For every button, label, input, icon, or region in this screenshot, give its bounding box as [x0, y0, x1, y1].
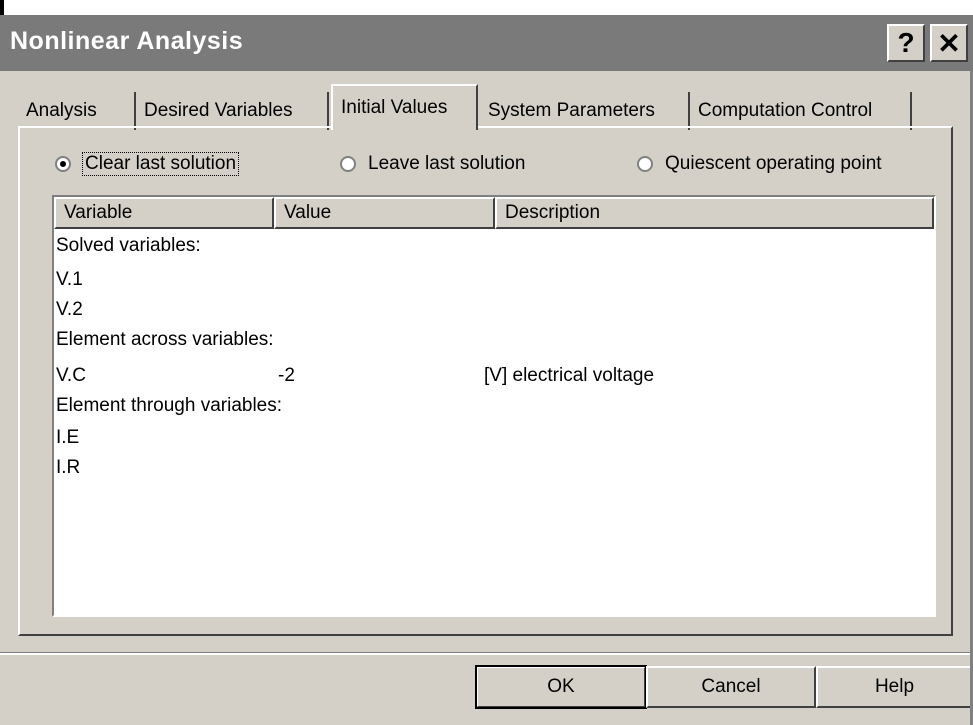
cancel-button[interactable]: Cancel — [646, 666, 816, 708]
tab-computation-control[interactable]: Computation Control — [690, 92, 912, 130]
variable-cell: V.C — [56, 365, 86, 386]
variable-cell: V.1 — [56, 269, 83, 290]
radio-clear-last-solution[interactable]: Clear last solution — [55, 150, 240, 178]
column-header-variable[interactable]: Variable — [54, 197, 274, 229]
variable-cell: V.2 — [56, 299, 83, 320]
tab-desired-variables[interactable]: Desired Variables — [136, 92, 329, 130]
radio-label: Leave last solution — [368, 153, 526, 174]
tab-label: Computation Control — [698, 100, 873, 121]
radio-dot — [60, 161, 66, 167]
edge-mark — [0, 0, 4, 15]
value-cell: -2 — [278, 365, 295, 386]
help-button[interactable]: Help — [816, 666, 973, 708]
variable-cell: Solved variables: — [56, 235, 201, 256]
radio-button-icon[interactable] — [55, 156, 71, 172]
tab-analysis[interactable]: Analysis — [18, 92, 136, 130]
close-button[interactable]: ✕ — [930, 24, 968, 62]
column-header-description[interactable]: Description — [495, 197, 934, 229]
tab-label: Desired Variables — [144, 100, 293, 121]
help-title-button[interactable]: ? — [887, 24, 925, 62]
variable-cell: I.E — [56, 427, 80, 448]
top-strip — [0, 0, 973, 15]
tab-label: Initial Values — [341, 97, 448, 118]
ok-button[interactable]: OK — [475, 665, 647, 709]
radio-label: Quiescent operating point — [665, 153, 882, 174]
description-cell: [V] electrical voltage — [484, 365, 655, 386]
radio-label: Clear last solution — [81, 152, 240, 176]
window-title: Nonlinear Analysis — [10, 27, 244, 55]
radio-button-icon[interactable] — [340, 156, 356, 172]
radio-leave-last-solution[interactable]: Leave last solution — [340, 150, 525, 178]
tab-initial-values[interactable]: Initial Values — [331, 84, 478, 130]
close-icon: ✕ — [937, 27, 961, 59]
title-bar[interactable]: Nonlinear Analysis ? ✕ — [0, 15, 973, 71]
divider — [0, 652, 973, 655]
tab-label: System Parameters — [488, 100, 655, 121]
variable-cell: I.R — [56, 457, 81, 478]
tab-system-parameters[interactable]: System Parameters — [480, 92, 690, 130]
variables-list[interactable]: Variable Value Description Solved variab… — [52, 195, 936, 617]
radio-quiescent-operating-point[interactable]: Quiescent operating point — [637, 150, 882, 178]
dialog-window: Nonlinear Analysis ? ✕ Analysis Desired … — [0, 0, 973, 725]
tab-label: Analysis — [26, 100, 97, 121]
question-icon: ? — [897, 27, 915, 58]
radio-button-icon[interactable] — [637, 156, 653, 172]
column-header-value[interactable]: Value — [274, 197, 495, 229]
variable-cell: Element through variables: — [56, 395, 283, 416]
list-header: Variable Value Description — [54, 197, 934, 229]
variable-cell: Element across variables: — [56, 329, 274, 350]
